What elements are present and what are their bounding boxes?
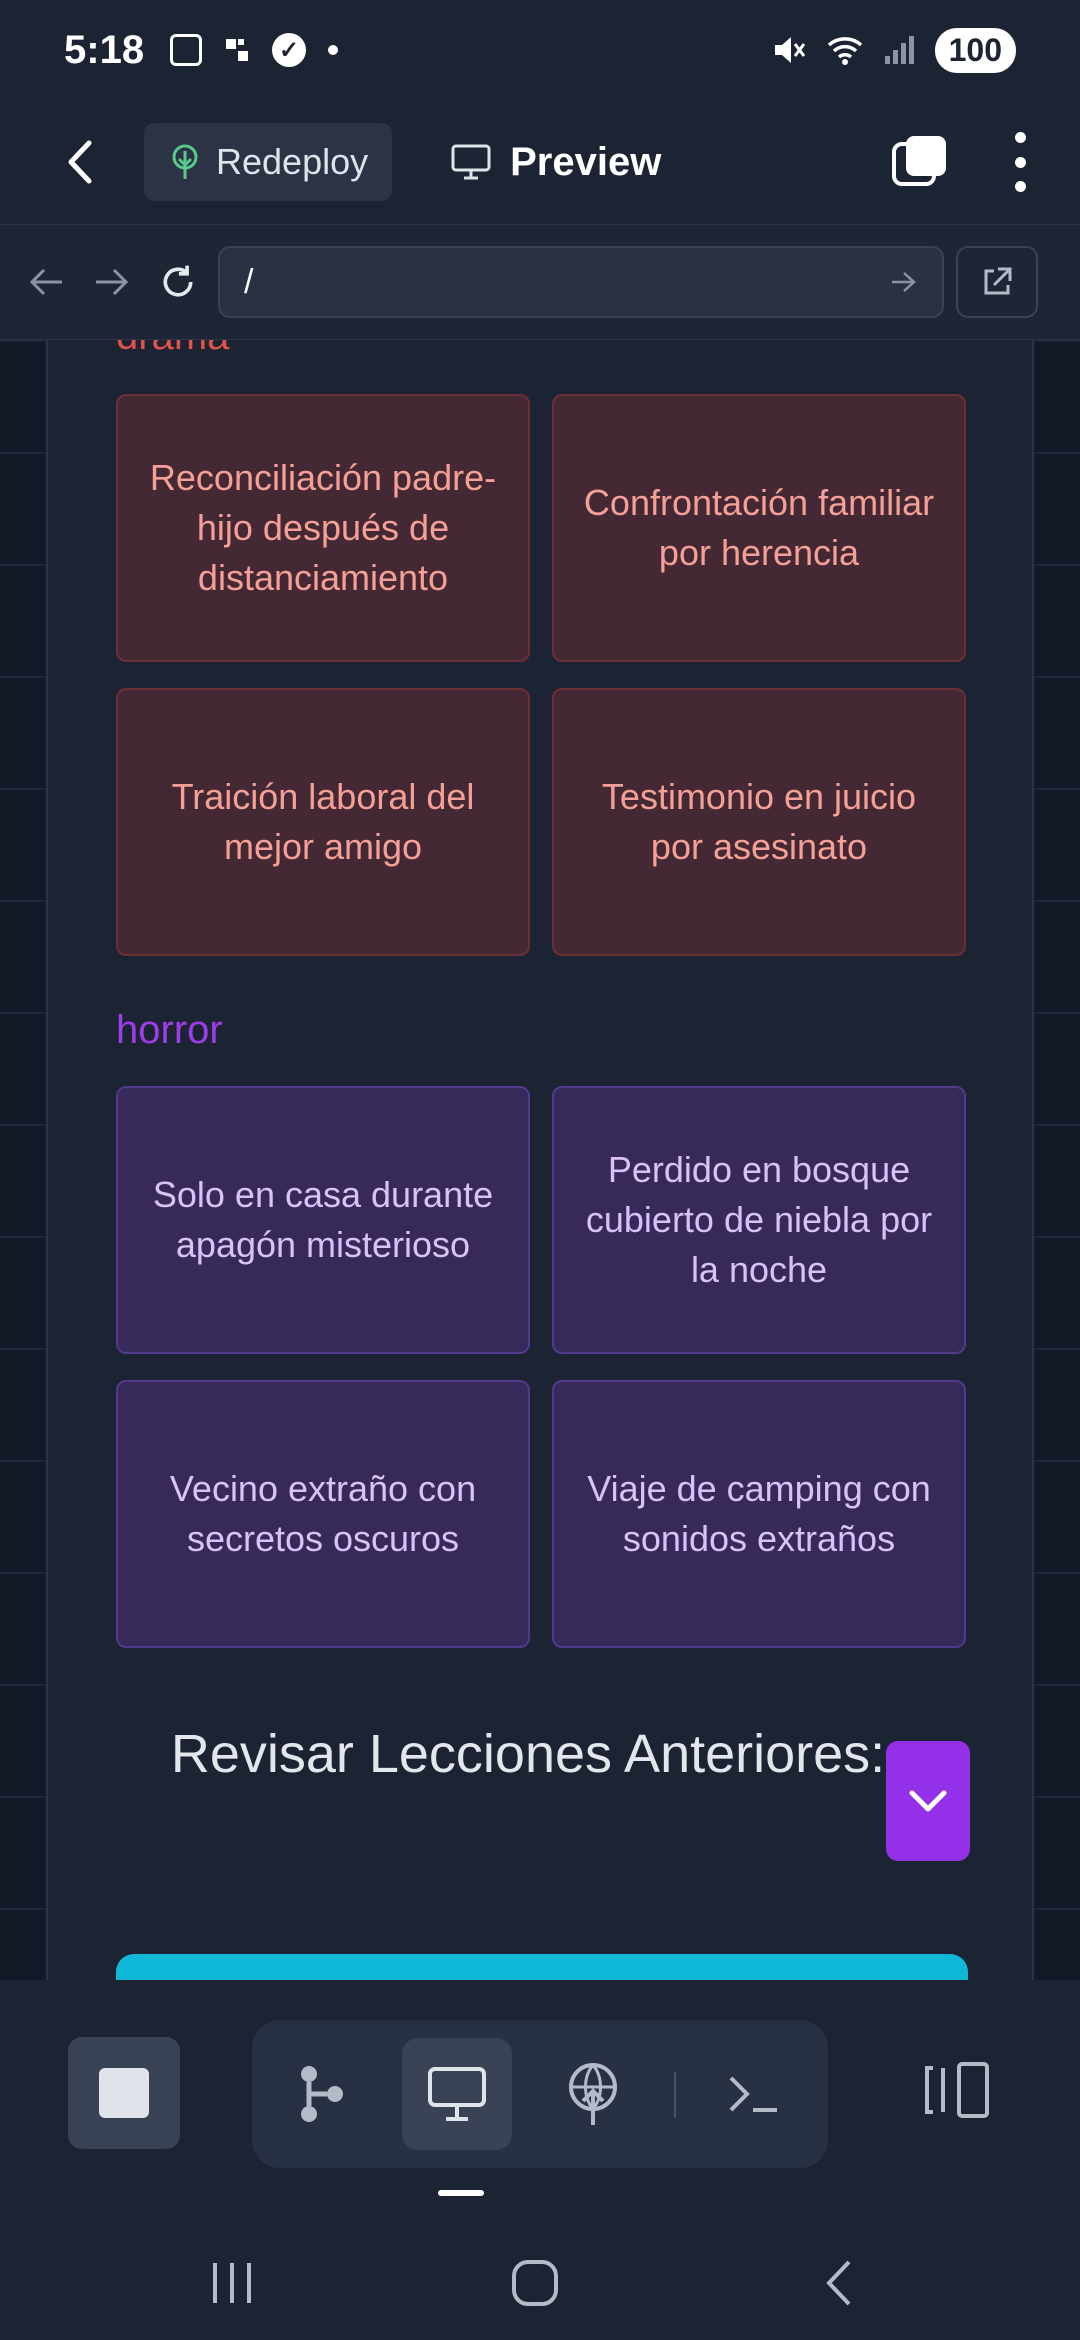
preview-page: drama Reconciliación padre-hijo después …: [46, 340, 1034, 1980]
home-button[interactable]: [495, 2248, 575, 2318]
arrow-right-icon: [96, 268, 129, 296]
back-button[interactable]: [50, 132, 110, 192]
deploy-tree-icon: [172, 144, 198, 179]
system-back-button[interactable]: [798, 2248, 878, 2318]
more-notifications-dot: [328, 45, 339, 55]
recents-button[interactable]: [192, 2248, 272, 2318]
wifi-icon: [827, 37, 862, 65]
menu-dot: [1014, 132, 1026, 143]
deploy-globe-icon: [569, 2063, 617, 2125]
menu-dot: [1014, 156, 1026, 168]
stop-icon: [99, 2068, 149, 2118]
status-icons-right: 100: [771, 27, 1016, 73]
go-arrow-icon[interactable]: [890, 270, 918, 294]
layout-toggle-button[interactable]: [918, 2040, 998, 2140]
url-text: /: [244, 262, 254, 301]
chevron-left-icon: [68, 140, 92, 184]
mute-icon: [774, 37, 805, 63]
stop-button[interactable]: [68, 2037, 180, 2149]
more-menu-button[interactable]: [1010, 132, 1030, 192]
chevron-down-icon: [909, 1790, 947, 1812]
category-title-horror: horror: [116, 1008, 223, 1052]
scenario-card[interactable]: Testimonio en juicio por asesinato: [552, 688, 966, 956]
scenario-card[interactable]: Traición laboral del mejor amigo: [116, 688, 530, 956]
browser-forward-button[interactable]: [92, 262, 132, 302]
deploy-tool-button[interactable]: [538, 2038, 648, 2150]
expand-toggle-button[interactable]: [886, 1741, 970, 1861]
arrow-left-icon: [29, 268, 62, 296]
reload-icon: [163, 265, 193, 297]
monitor-icon: [428, 2067, 486, 2121]
shell-tool-button[interactable]: [698, 2038, 808, 2150]
chevron-left-icon: [826, 2260, 851, 2306]
preview-viewport[interactable]: drama Reconciliación padre-hijo después …: [0, 340, 1080, 1980]
preview-tool-button[interactable]: [402, 2038, 512, 2150]
preview-title: Preview: [450, 140, 661, 185]
external-link-icon: [984, 267, 1012, 295]
menu-dot: [1014, 181, 1026, 192]
tabs-button[interactable]: [890, 132, 950, 192]
app-notification-icon: [226, 39, 249, 61]
reload-button[interactable]: [158, 262, 198, 302]
bottom-toolbar: [0, 1980, 1080, 2220]
redeploy-button[interactable]: Redeploy: [144, 123, 393, 201]
monitor-icon: [451, 144, 491, 180]
battery-level: 100: [948, 31, 1002, 68]
scenario-card[interactable]: Confrontación familiar por herencia: [552, 394, 966, 662]
panel-layout-icon: [925, 2062, 989, 2118]
terminal-icon: [729, 2076, 777, 2112]
status-icons-left: ✓: [170, 33, 339, 67]
scenario-card[interactable]: Perdido en bosque cubierto de niebla por…: [552, 1086, 966, 1354]
toolbar-divider: [674, 2072, 676, 2118]
status-time: 5:18: [64, 27, 145, 72]
next-section-strip: [116, 1954, 968, 1980]
open-external-button[interactable]: [956, 246, 1038, 318]
browser-bar: /: [0, 224, 1080, 340]
category-title-drama: drama: [116, 340, 229, 359]
check-icon: ✓: [272, 33, 307, 67]
tool-group: [252, 2020, 828, 2168]
git-branch-button[interactable]: [266, 2038, 376, 2150]
tabs-icon: [892, 136, 946, 186]
scenario-card[interactable]: Vecino extraño con secretos oscuros: [116, 1380, 530, 1648]
preview-label: Preview: [510, 139, 662, 184]
status-bar: 5:18 ✓ 100: [0, 0, 1080, 100]
url-input[interactable]: /: [218, 246, 944, 318]
browser-back-button[interactable]: [26, 262, 66, 302]
scenario-card[interactable]: Reconciliación padre-hijo después de dis…: [116, 394, 530, 662]
app-header: Redeploy Preview: [0, 100, 1080, 224]
system-nav-bar: [0, 2220, 1080, 2340]
scenario-card[interactable]: Solo en casa durante apagón misterioso: [116, 1086, 530, 1354]
recents-icon: [213, 2263, 251, 2303]
drag-handle[interactable]: [438, 2190, 484, 2196]
battery-indicator: 100: [934, 27, 1016, 73]
screenshot-icon: [170, 34, 203, 66]
signal-icon: [884, 36, 914, 64]
redeploy-label: Redeploy: [216, 141, 369, 182]
home-icon: [512, 2260, 558, 2306]
scenario-card[interactable]: Viaje de camping con sonidos extraños: [552, 1380, 966, 1648]
branch-icon: [301, 2066, 343, 2122]
review-lessons-title: Revisar Lecciones Anteriores:: [170, 1724, 886, 1784]
